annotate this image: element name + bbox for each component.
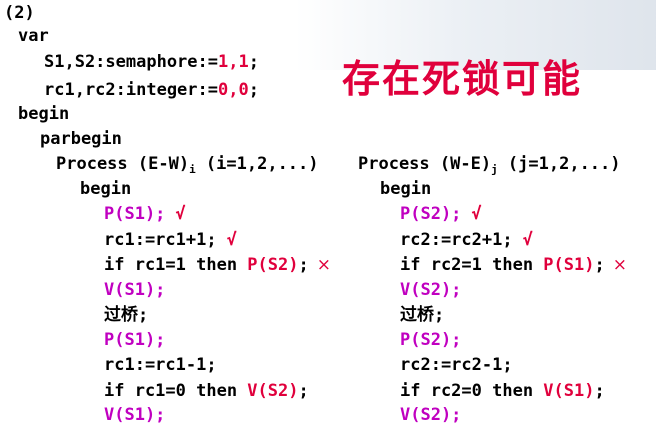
right-p-s2: P(S2); √ xyxy=(400,204,482,224)
begin-keyword: begin xyxy=(18,104,70,124)
right-if2-end: ; xyxy=(594,381,605,401)
semaphore-declaration: S1,S2:semaphore:=1,1; xyxy=(44,52,259,72)
right-process-subscript: j xyxy=(491,163,498,176)
right-cross-icon: × xyxy=(612,255,627,275)
right-p-s2-second: P(S2); xyxy=(400,330,462,350)
left-v-s1: V(S1); xyxy=(104,280,166,300)
left-if1-text: if rc1=1 then xyxy=(104,255,248,275)
right-if1-text: if rc2=1 then xyxy=(400,255,544,275)
var-keyword: var xyxy=(18,26,49,46)
left-p-s1: P(S1); √ xyxy=(104,204,186,224)
right-bridge: 过桥; xyxy=(400,305,445,325)
right-process-title: Process (W-E) xyxy=(358,154,492,174)
right-if1-end: ; xyxy=(594,255,605,275)
left-bridge: 过桥; xyxy=(104,305,149,325)
left-process-title: Process (E-W) xyxy=(56,154,190,174)
left-process-header: Process (E-W)i (i=1,2,...) xyxy=(56,154,319,176)
parbegin-keyword: parbegin xyxy=(40,129,122,149)
integer-declaration: rc1,rc2:integer:=0,0; xyxy=(44,80,259,100)
right-if2-op: V(S1) xyxy=(543,381,595,401)
left-if2-text: if rc1=0 then xyxy=(104,381,248,401)
left-check-1: √ xyxy=(175,204,186,224)
left-v-s1-second: V(S1); xyxy=(104,405,166,425)
left-process-params: (i=1,2,...) xyxy=(195,154,319,174)
left-if-enter: if rc1=1 then P(S2); × xyxy=(104,255,331,275)
left-cross-icon: × xyxy=(316,255,331,275)
decl1-suffix: ; xyxy=(248,52,259,72)
right-process-header: Process (W-E)j (j=1,2,...) xyxy=(358,154,621,176)
right-process-params: (j=1,2,...) xyxy=(497,154,621,174)
decl1-values: 1,1 xyxy=(218,52,249,72)
left-if2-end: ; xyxy=(298,381,309,401)
left-if2-op: V(S2) xyxy=(247,381,299,401)
right-p-s2-op: P(S2); xyxy=(400,204,462,224)
left-process-subscript: i xyxy=(189,163,196,176)
right-check-2: √ xyxy=(522,230,533,250)
right-check-1: √ xyxy=(471,204,482,224)
decl2-suffix: ; xyxy=(248,80,259,100)
right-if-exit: if rc2=0 then V(S1); xyxy=(400,381,605,401)
deadlock-headline: 存在死锁可能 xyxy=(342,57,583,101)
left-increment: rc1:=rc1+1; √ xyxy=(104,230,237,250)
left-p-s1-second: P(S1); xyxy=(104,330,166,350)
right-if-enter: if rc2=1 then P(S1); × xyxy=(400,255,627,275)
right-if2-text: if rc2=0 then xyxy=(400,381,544,401)
right-if1-op: P(S1) xyxy=(543,255,595,275)
section-label: (2) xyxy=(4,3,35,23)
left-inc-text: rc1:=rc1+1; xyxy=(104,230,217,250)
right-increment: rc2:=rc2+1; √ xyxy=(400,230,533,250)
right-inc-text: rc2:=rc2+1; xyxy=(400,230,513,250)
left-p-s1-op: P(S1); xyxy=(104,204,166,224)
left-begin: begin xyxy=(80,179,132,199)
decl1-prefix: S1,S2:semaphore:= xyxy=(44,52,218,72)
decl2-values: 0,0 xyxy=(218,80,249,100)
left-if1-op: P(S2) xyxy=(247,255,299,275)
right-decrement: rc2:=rc2-1; xyxy=(400,355,513,375)
left-decrement: rc1:=rc1-1; xyxy=(104,355,217,375)
right-begin: begin xyxy=(380,179,432,199)
right-v-s2-second: V(S2); xyxy=(400,405,462,425)
left-check-2: √ xyxy=(226,230,237,250)
left-if1-end: ; xyxy=(298,255,309,275)
decl2-prefix: rc1,rc2:integer:= xyxy=(44,80,218,100)
left-if-exit: if rc1=0 then V(S2); xyxy=(104,381,309,401)
right-v-s2: V(S2); xyxy=(400,280,462,300)
